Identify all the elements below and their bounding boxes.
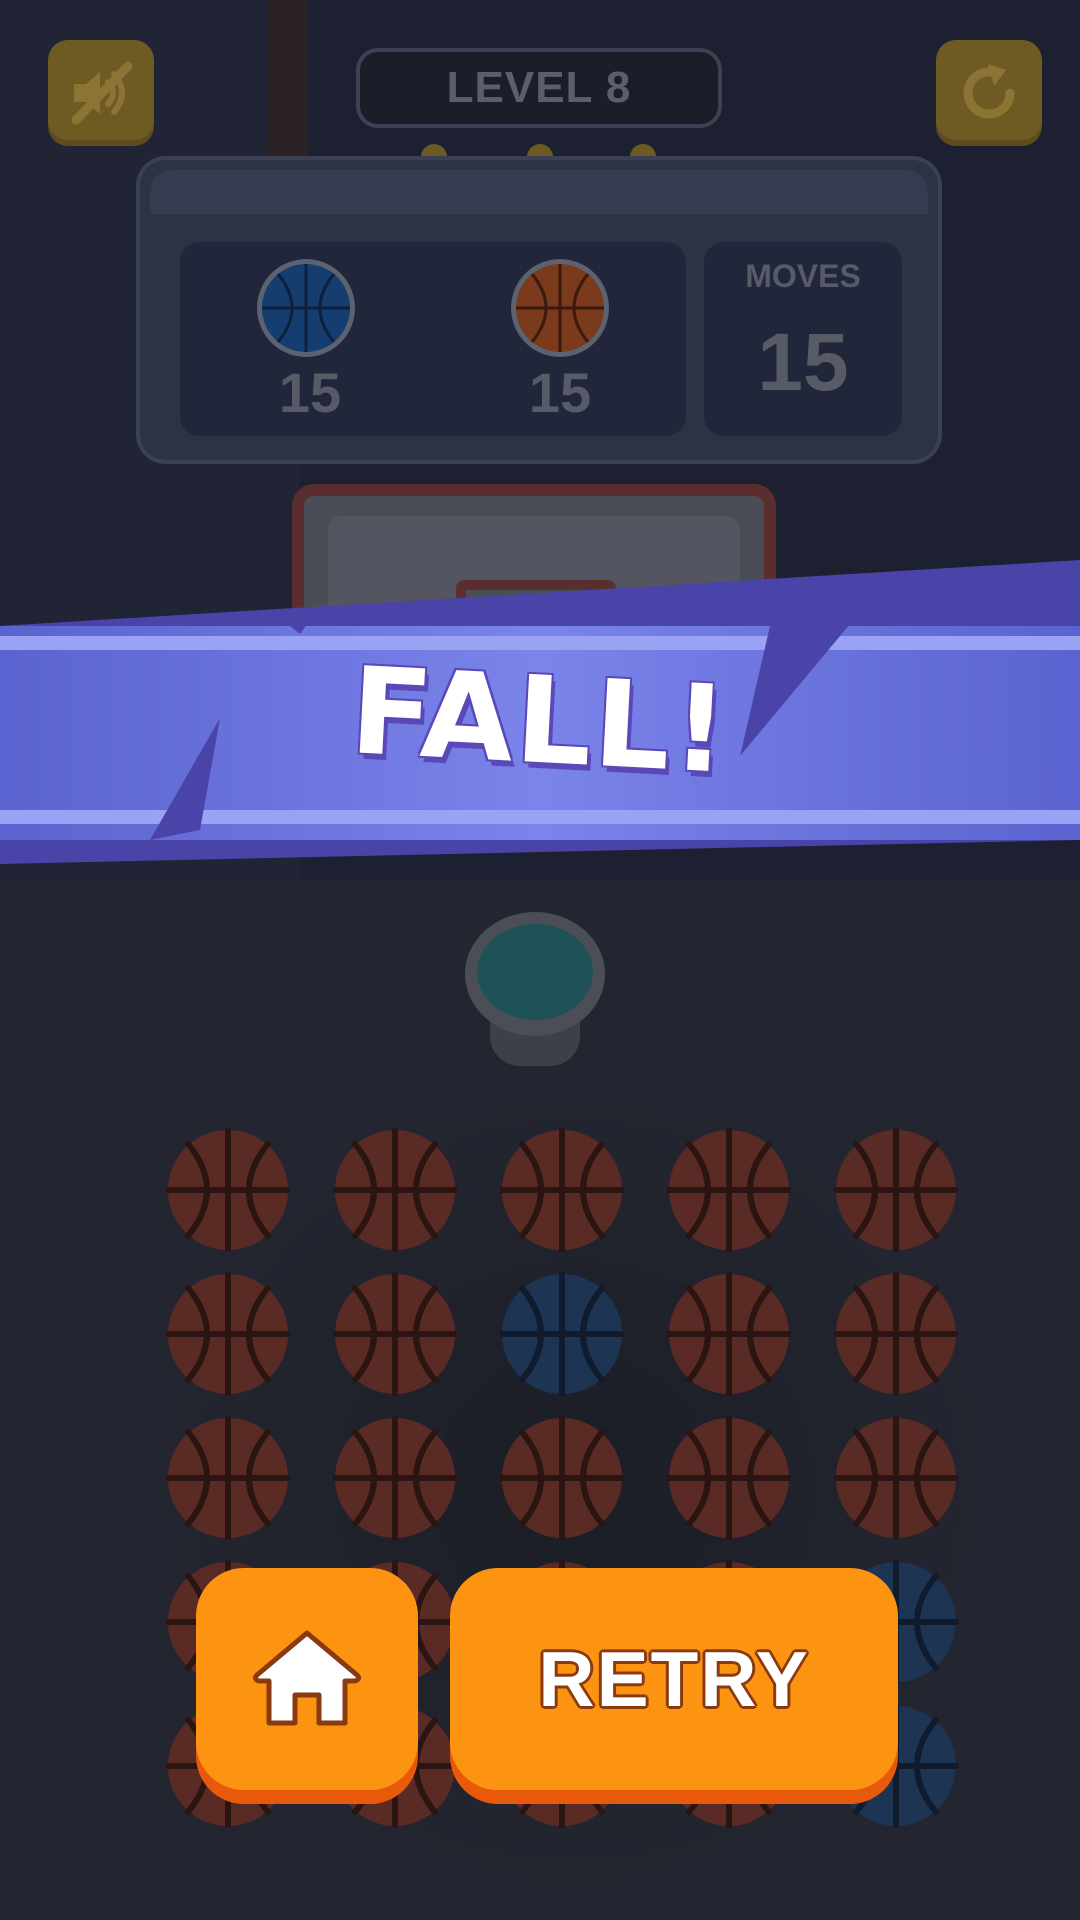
orange-basketball	[166, 1416, 290, 1540]
orange-basketball	[667, 1128, 791, 1252]
restart-icon	[963, 64, 1015, 119]
orange-basketball	[166, 1128, 290, 1252]
scoreboard-header	[150, 170, 928, 214]
wall-post	[268, 0, 308, 160]
orange-basketball	[834, 1416, 958, 1540]
retry-button[interactable]: RETRY	[450, 1568, 898, 1790]
home-icon	[252, 1630, 362, 1726]
blue-team-ball-icon	[257, 259, 355, 357]
moves-value: 15	[757, 317, 849, 408]
orange-basketball	[333, 1128, 457, 1252]
ball-cannon	[465, 912, 605, 1066]
orange-basketball	[834, 1128, 958, 1252]
blue-team-count: 15	[278, 361, 342, 424]
orange-basketball	[166, 1272, 290, 1396]
orange-basketball	[667, 1272, 791, 1396]
blue-basketball	[500, 1272, 624, 1396]
orange-basketball	[333, 1272, 457, 1396]
orange-basketball	[834, 1272, 958, 1396]
orange-basketball	[500, 1416, 624, 1540]
home-button[interactable]	[196, 1568, 418, 1790]
orange-team-count: 15	[528, 361, 592, 424]
orange-basketball	[333, 1416, 457, 1540]
retry-label: RETRY	[538, 1634, 810, 1723]
restart-button[interactable]	[936, 40, 1042, 146]
mute-button[interactable]	[48, 40, 154, 146]
moves-label: MOVES	[745, 258, 861, 294]
level-indicator: LEVEL 8	[356, 48, 722, 128]
orange-basketball	[500, 1128, 624, 1252]
speaker-muted-icon	[71, 61, 133, 125]
orange-basketball	[667, 1416, 791, 1540]
orange-team-ball-icon	[511, 259, 609, 357]
